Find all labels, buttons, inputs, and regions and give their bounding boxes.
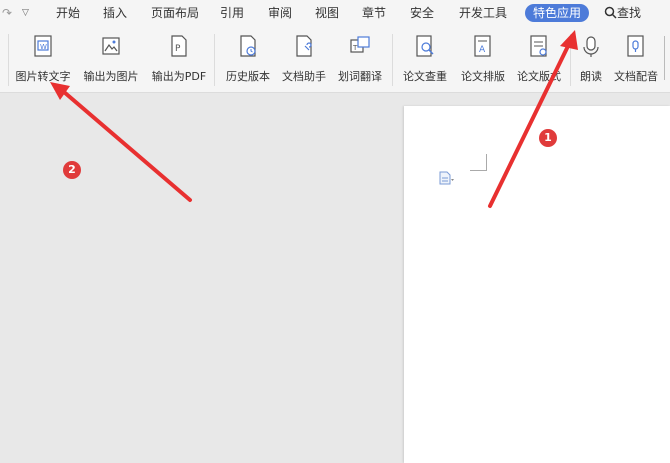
word-translate-button[interactable]: T 划词翻译 [334,32,386,88]
image-to-text-icon: W [34,35,52,57]
search-label: 查找 [617,6,642,20]
tool-label: 历史版本 [226,70,270,83]
image-export-icon [102,37,120,55]
menu-review[interactable]: 审阅 [268,4,292,22]
svg-text:T: T [352,44,358,52]
doc-assistant-button[interactable]: 文档助手 [278,32,330,88]
menu-bar: ↷ ▽ 开始 插入 页面布局 引用 审阅 视图 章节 安全 开发工具 特色应用 … [0,0,670,26]
microphone-icon [583,36,599,57]
ribbon-separator [570,34,571,86]
svg-text:A: A [479,45,486,55]
menu-special-apps[interactable]: 特色应用 [525,4,590,22]
ribbon-separator [214,34,215,86]
menu-start[interactable]: 开始 [56,4,80,22]
menu-security[interactable]: 安全 [410,4,434,22]
paste-options-icon[interactable] [438,170,454,186]
pdf-export-icon: P [171,35,187,57]
ribbon-separator [8,34,9,86]
annotation-badge-1: 1 [539,129,557,147]
tool-label: 朗读 [580,70,602,83]
image-to-text-button[interactable]: W 图片转文字 [12,32,74,88]
tool-label: 文档助手 [282,70,326,83]
menu-references[interactable]: 引用 [220,4,244,22]
menu-page-layout[interactable]: 页面布局 [151,4,199,22]
margin-corner-mark [470,154,487,171]
export-pdf-button[interactable]: P 输出为PDF [148,32,210,88]
menu-insert[interactable]: 插入 [103,4,127,22]
chevron-down-icon[interactable]: ▽ [22,4,29,22]
tool-label: 文档配音 [614,70,658,83]
tool-label: 论文查重 [403,70,447,83]
ribbon-toolbar: W 图片转文字 输出为图片 P 输出为PDF 历史版本 文档助手 T 划词翻译 … [0,26,670,93]
read-aloud-button[interactable]: 朗读 [574,32,608,88]
menu-view[interactable]: 视图 [315,4,339,22]
tool-label: 论文版式 [517,70,561,83]
svg-text:W: W [40,43,47,51]
annotation-badge-2: 2 [63,161,81,179]
translate-icon: T [350,36,370,53]
search-button[interactable]: 查找 [604,4,641,22]
tool-label: 输出为图片 [83,70,139,83]
svg-text:P: P [175,44,181,54]
tool-label: 论文排版 [461,70,505,83]
doc-assistant-icon [296,35,312,57]
paper-format-icon [530,35,547,57]
menu-chapter[interactable]: 章节 [362,4,386,22]
paper-check-button[interactable]: 论文查重 [398,32,452,88]
ribbon-overflow [664,36,670,80]
document-page[interactable] [404,106,670,463]
tool-label: 图片转文字 [15,70,71,83]
search-icon [604,6,617,19]
export-image-button[interactable]: 输出为图片 [80,32,142,88]
paper-layout-icon: A [474,35,491,57]
paper-layout-button[interactable]: A 论文排版 [456,32,510,88]
ribbon-separator [392,34,393,86]
tool-label: 划词翻译 [338,70,382,83]
doc-dubbing-button[interactable]: 文档配音 [610,32,662,88]
tool-label: 输出为PDF [151,70,207,83]
history-icon [240,35,256,57]
paper-format-button[interactable]: 论文版式 [512,32,566,88]
history-version-button[interactable]: 历史版本 [222,32,274,88]
doc-dubbing-icon [627,35,644,57]
redo-icon[interactable]: ↷ [2,4,12,22]
menu-developer[interactable]: 开发工具 [459,4,507,22]
arrow-2 [50,82,192,202]
paper-check-icon [416,35,434,57]
